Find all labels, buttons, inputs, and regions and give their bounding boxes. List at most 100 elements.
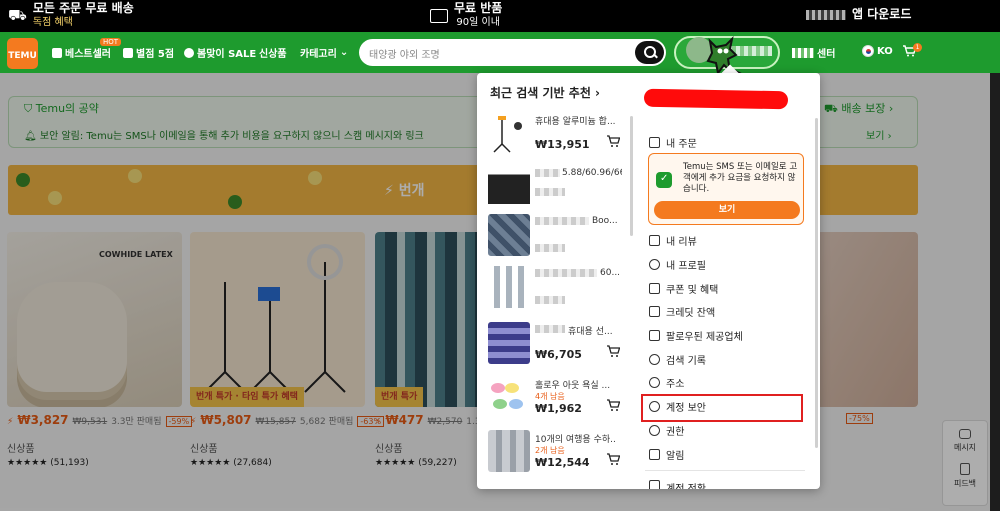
shield-check-icon [656,172,672,188]
shipping-sub: 독점 혜택 [32,17,73,28]
app-download-label: 앱 다운로드 [852,7,912,21]
notice-text: Temu는 SMS 또는 이메일로 고객에게 추가 요금을 요청하지 않습니다. [683,162,798,194]
permission-icon [649,424,660,436]
korea-flag-icon [862,45,874,57]
logo-text: TEMU [8,51,37,61]
search-input[interactable]: 태양광 야외 조명 [369,46,440,61]
add-to-cart-icon[interactable] [606,344,620,358]
rec-name-redacted [535,217,589,225]
chevron-down-icon: ⌄ [339,47,349,58]
rec-thumb[interactable] [488,266,530,308]
temu-logo[interactable]: TEMU [7,38,38,69]
center-label: 센터 [817,49,836,60]
orders-icon [649,136,660,148]
recommendation-scrollbar[interactable] [630,116,633,236]
app-download-link[interactable]: 앱 다운로드 [806,7,911,22]
rec-name-redacted [535,169,560,177]
nav-bestsellers-label: 베스트셀러 [65,49,111,60]
rec-item[interactable]: 60... [488,266,628,320]
language-label: KO [877,45,893,57]
menu-addresses[interactable]: 주소 [649,374,684,390]
menu-label: 내 주문 [666,138,697,150]
cart-count-badge: 1 [913,43,922,52]
rec-price: ₩13,951 [535,138,590,151]
rec-thumb[interactable] [488,430,530,472]
rec-price-redacted [535,244,565,252]
rec-thumb[interactable] [488,322,530,364]
nav-five-star[interactable]: 별점 5점 [123,45,174,60]
switch-icon [649,480,660,489]
menu-credit-balance[interactable]: 크레딧 잔액 [649,303,715,319]
rec-name: 10개의 여행용 수하... [535,435,615,445]
nav-categories[interactable]: 카테고리 ⌄ [300,45,348,60]
support-center-link[interactable]: 센터 [792,45,835,60]
rec-item[interactable]: Boo... [488,214,628,268]
menu-my-orders[interactable]: 내 주문 [649,134,697,150]
nav-new-arrivals[interactable]: 신상품 [259,45,287,60]
menu-search-history[interactable]: 검색 기록 [649,351,706,367]
review-icon [649,234,660,246]
rec-item[interactable]: 휴대용 알루미늄 합... ₩13,951 [488,112,628,166]
menu-label: 내 리뷰 [666,236,697,248]
rec-item[interactable]: 홀로우 아웃 욕실 ... 4개 남음 ₩1,962 [488,376,628,430]
rec-price-redacted [535,296,565,304]
promo-bar: ⛟ 모든 주문 무료 배송 독점 혜택 무료 반품 90일 이내 앱 다운로드 [0,0,1000,32]
menu-label: 팔로우된 제공업체 [666,331,743,343]
add-to-cart-icon[interactable] [606,398,620,412]
rec-name: 휴대용 선... [568,327,613,337]
nav-spring-sale[interactable]: 봄맞이 SALE [184,45,256,60]
slippers-thumb [491,383,523,409]
star-icon [123,47,133,58]
rec-thumb[interactable] [488,166,530,208]
menu-permissions[interactable]: 권한 [649,422,684,438]
free-shipping-promo[interactable]: ⛟ 모든 주문 무료 배송 독점 혜택 [8,1,134,30]
thumbs-up-icon [52,47,62,58]
clock-icon [649,353,660,365]
leaf-icon [184,47,194,58]
search-icon[interactable] [635,41,664,64]
username-redaction [643,88,789,110]
menu-notifications[interactable]: 알림 [649,446,684,462]
menu-followed-stores[interactable]: 팔로우된 제공업체 [649,327,743,343]
nav-spring-sale-label: 봄맞이 SALE [197,49,257,60]
store-icon [649,329,660,341]
nav-categories-label: 카테고리 [300,49,337,60]
menu-label: 주소 [666,378,685,390]
location-pin-icon [649,376,660,388]
menu-label: 권한 [666,426,685,438]
menu-my-profile[interactable]: 내 프로필 [649,256,706,272]
chevron-right-icon: › [590,86,600,100]
security-highlight-box [641,394,803,422]
shipping-title: 모든 주문 무료 배송 [32,1,134,15]
menu-switch-account[interactable]: 계정 전환 [649,480,706,489]
menu-scrollbar[interactable] [815,118,818,448]
rec-item[interactable]: 5.88/60.96/66... [488,166,628,220]
rec-item[interactable]: 10개의 여행용 수하... 2개 남음 ₩12,544 [488,430,628,484]
language-selector[interactable]: KO [862,45,893,57]
menu-coupons[interactable]: 쿠폰 및 혜택 [649,280,718,296]
bell-icon [649,448,660,460]
rec-thumb[interactable] [488,376,530,418]
nav-five-star-label: 별점 5점 [136,49,175,60]
recommendation-title[interactable]: 최근 검색 기반 추천 › [490,84,600,101]
rec-thumb[interactable] [488,112,530,154]
pixelated-qr-icon [806,9,846,20]
add-to-cart-icon[interactable] [606,134,620,148]
free-returns-promo[interactable]: 무료 반품 90일 이내 [430,1,502,30]
nav-bestsellers[interactable]: 베스트셀러 [52,45,111,60]
truck-icon: ⛟ [8,5,27,24]
rec-thumb[interactable] [488,214,530,256]
menu-label: 쿠폰 및 혜택 [666,284,719,296]
search-bar[interactable]: 태양광 야외 조명 [359,39,666,66]
rec-name: 휴대용 알루미늄 합... [535,117,615,127]
user-icon [649,258,660,270]
menu-label: 크레딧 잔액 [666,307,716,319]
menu-my-reviews[interactable]: 내 리뷰 [649,232,697,248]
rec-stock: 4개 남음 [535,392,565,401]
rec-item[interactable]: 휴대용 선... ₩6,705 [488,322,628,376]
notice-view-button[interactable]: 보기 [654,201,800,219]
menu-divider [645,470,805,471]
rec-price-redacted [535,188,565,196]
add-to-cart-icon[interactable] [606,452,620,466]
rec-name-redacted [535,269,597,277]
